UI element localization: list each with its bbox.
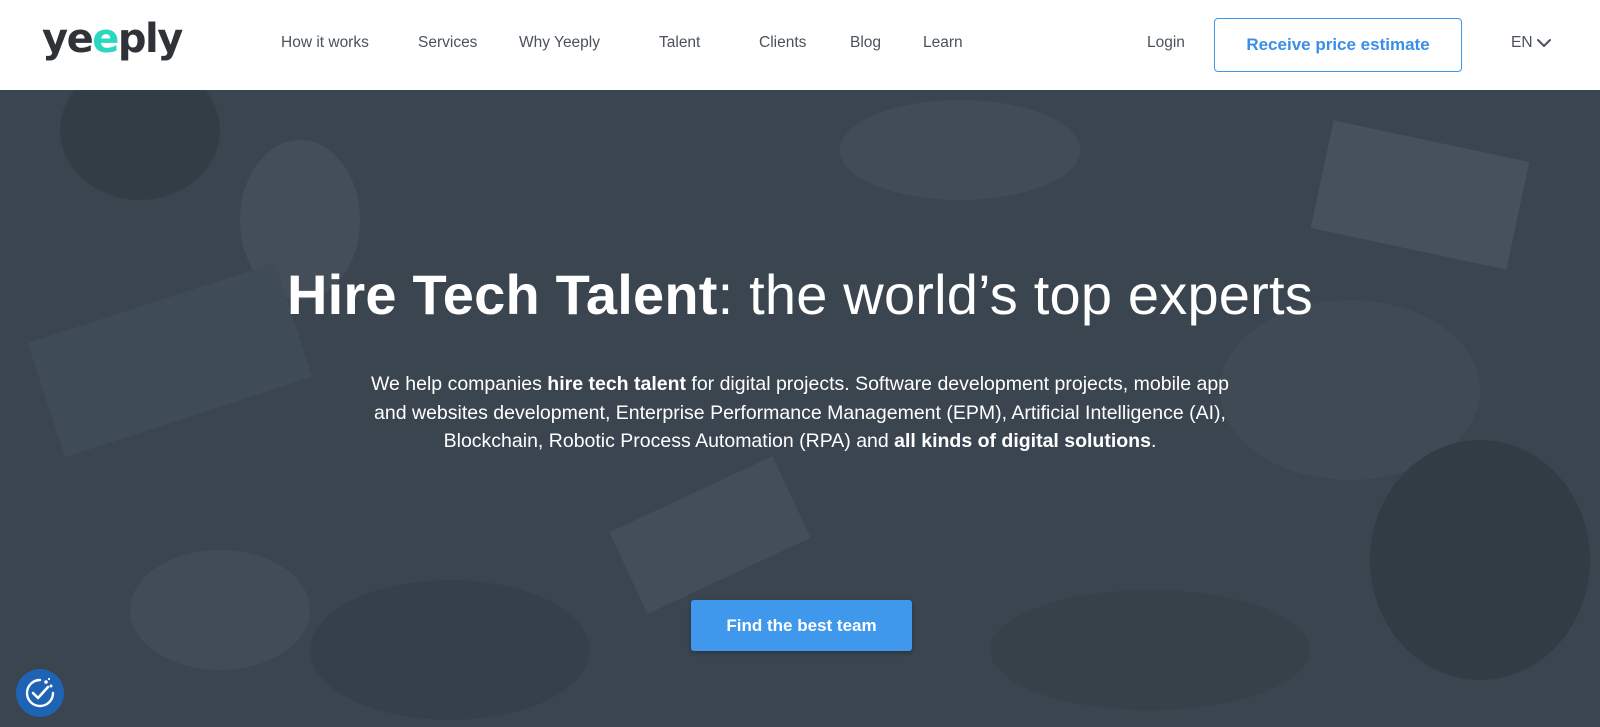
receive-price-estimate-button[interactable]: Receive price estimate [1214, 18, 1462, 72]
language-selector[interactable]: EN [1511, 34, 1551, 52]
login-link[interactable]: Login [1147, 34, 1185, 52]
hero-title: Hire Tech Talent: the world’s top expert… [287, 263, 1313, 326]
cookie-consent-button[interactable] [16, 669, 64, 717]
hero-section: Hire Tech Talent: the world’s top expert… [0, 90, 1600, 727]
chevron-down-icon [1536, 39, 1551, 47]
nav-how-it-works[interactable]: How it works [281, 34, 369, 52]
find-the-best-team-button[interactable]: Find the best team [691, 600, 912, 651]
main-nav: How it works Services Why Yeeply Talent … [0, 0, 1000, 90]
nav-services[interactable]: Services [418, 34, 477, 52]
nav-why-yeeply[interactable]: Why Yeeply [519, 34, 600, 52]
cookie-consent-icon [25, 677, 55, 708]
nav-clients[interactable]: Clients [759, 34, 806, 52]
site-header: yeeply How it works Services Why Yeeply … [0, 0, 1600, 90]
nav-blog[interactable]: Blog [850, 34, 881, 52]
language-code: EN [1511, 34, 1533, 51]
nav-learn[interactable]: Learn [923, 34, 963, 52]
nav-talent[interactable]: Talent [659, 34, 700, 52]
hero-description: We help companies hire tech talent for d… [370, 373, 1230, 452]
